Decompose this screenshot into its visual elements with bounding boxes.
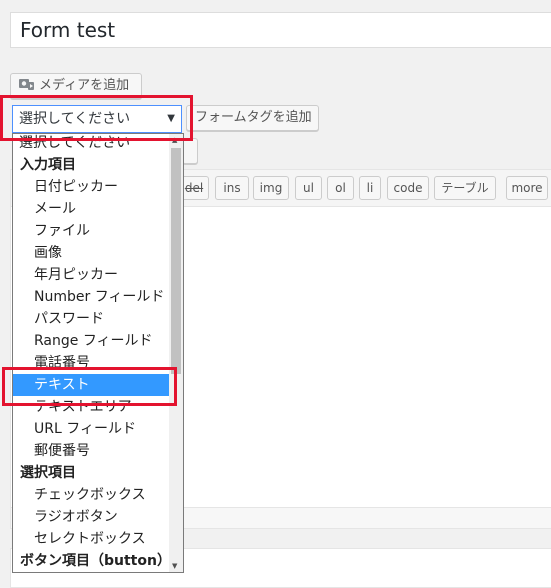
scroll-down-icon[interactable]: ▼ <box>172 562 177 570</box>
qt-more-button[interactable]: more <box>506 176 548 200</box>
dropdown-optgroup-label: 選択項目 <box>20 465 76 481</box>
qt-code-button[interactable]: code <box>387 176 429 200</box>
dropdown-option[interactable]: 日付ピッカー <box>13 176 170 198</box>
dropdown-scrollbar[interactable]: ▲ ▼ <box>169 134 183 572</box>
dropdown-option[interactable]: セレクトボックス <box>13 528 170 550</box>
add-form-tag-button[interactable]: フォームタグを追加 <box>186 105 319 131</box>
scrollbar-thumb[interactable] <box>171 148 181 374</box>
qt-table-button[interactable]: テーブル <box>434 176 496 200</box>
select-dropdown-list[interactable]: 選択してください入力項目日付ピッカー メール ファイル 画像 年月ピッカー Number … <box>12 133 184 573</box>
dropdown-option[interactable]: Range フィールド <box>13 330 170 352</box>
dropdown-optgroup-label: ボタン項目（button） <box>20 553 170 569</box>
dropdown-option[interactable]: 年月ピッカー <box>13 264 170 286</box>
dropdown-option[interactable]: 郵便番号 <box>13 440 170 462</box>
dropdown-option[interactable]: 電話番号 <box>13 352 170 374</box>
media-icon <box>19 76 35 90</box>
qt-ins-button[interactable]: ins <box>215 176 249 200</box>
dropdown-option[interactable]: パスワード <box>13 308 170 330</box>
select-current-value: 選択してください <box>19 111 131 127</box>
dropdown-options: 選択してください入力項目日付ピッカー メール ファイル 画像 年月ピッカー Number … <box>13 134 170 572</box>
dropdown-optgroup-label: 入力項目 <box>20 157 76 173</box>
dropdown-option[interactable]: ラジオボタン <box>13 506 170 528</box>
form-field-select[interactable]: 選択してください ▼ <box>12 105 182 133</box>
partially-hidden-button[interactable] <box>182 138 198 164</box>
add-media-label: メディアを追加 <box>39 78 130 93</box>
dropdown-option[interactable]: メール <box>13 198 170 220</box>
dropdown-option[interactable]: 画像 <box>13 242 170 264</box>
qt-img-button[interactable]: img <box>253 176 289 200</box>
dropdown-option[interactable]: 選択してください <box>13 134 170 154</box>
dropdown-option[interactable]: テキストエリア <box>13 396 170 418</box>
dropdown-option[interactable]: ファイル <box>13 220 170 242</box>
dropdown-option[interactable]: チェックボックス <box>13 484 170 506</box>
qt-ul-button[interactable]: ul <box>295 176 322 200</box>
dropdown-arrow-icon: ▼ <box>167 113 175 124</box>
dropdown-option[interactable]: URL フィールド <box>13 418 170 440</box>
qt-li-button[interactable]: li <box>359 176 381 200</box>
dropdown-option[interactable]: テキスト <box>13 374 170 396</box>
post-title-input[interactable]: Form test <box>10 12 551 48</box>
scroll-up-icon[interactable]: ▲ <box>172 136 177 144</box>
dropdown-option[interactable]: Number フィールド <box>13 286 170 308</box>
qt-ol-button[interactable]: ol <box>327 176 354 200</box>
add-media-button[interactable]: メディアを追加 <box>10 73 142 99</box>
